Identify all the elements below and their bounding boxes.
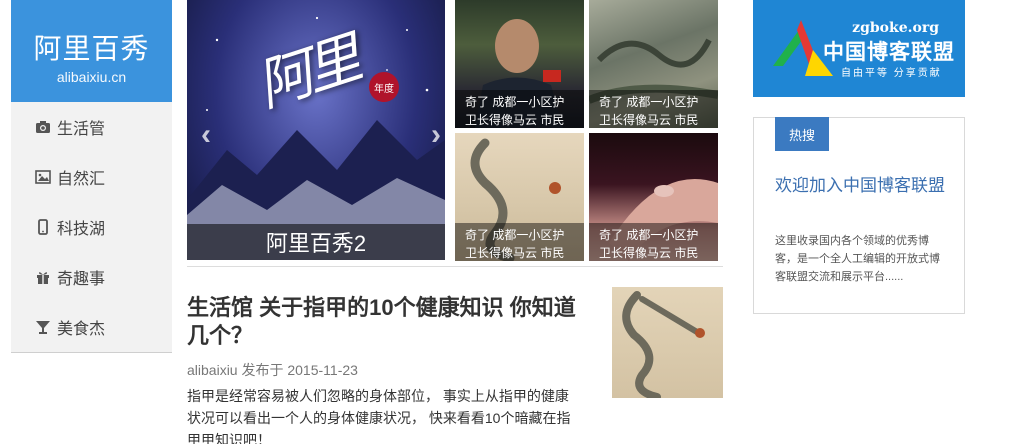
thumb-card[interactable]: 奇了 成都一小区护卫长得像马云 市民纷纷 <box>589 133 718 261</box>
phone-icon <box>38 219 48 235</box>
sidebar-item-life[interactable]: 生活管 <box>11 102 172 152</box>
thumb-card[interactable]: 奇了 成都一小区护卫长得像马云 市民纷纷 <box>589 0 718 128</box>
article-excerpt: 指甲是经常容易被人们忽略的身体部位， 事实上从指甲的健康状况可以看出一个人的身体… <box>187 388 571 444</box>
slider-caption[interactable]: 阿里百秀2 <box>187 224 445 260</box>
article-title[interactable]: 生活馆 关于指甲的10个健康知识 你知道几个？ <box>187 294 592 350</box>
thumb-caption: 奇了 成都一小区护卫长得像马云 市民纷纷 <box>589 90 718 128</box>
sidebar-item-label: 自然汇 <box>57 171 106 188</box>
article-thumb-photo <box>622 291 705 398</box>
article-thumbnail[interactable] <box>612 287 723 398</box>
camera-icon <box>36 121 50 133</box>
thumb-card[interactable]: 奇了 成都一小区护卫长得像马云 市民 <box>455 0 584 128</box>
hot-search-panel: 热搜 欢迎加入中国博客联盟 这里收录国内各个领域的优秀博客，是一个全人工编辑的开… <box>753 117 965 314</box>
cocktail-glass-icon <box>36 321 50 334</box>
hot-item-description: 这里收录国内各个领域的优秀博客，是一个全人工编辑的开放式博客联盟交流和展示平台.… <box>775 235 940 283</box>
thumb-card[interactable]: 奇了 成都一小区护卫长得像马云 市民 <box>455 133 584 261</box>
section-divider <box>187 266 723 267</box>
featured-slider[interactable]: 阿里 年度 ‹ › 阿里百秀2 <box>187 0 445 260</box>
sidebar-item-label: 生活管 <box>57 121 106 138</box>
article-meta: alibaixiu 发布于 2015-11-23 <box>187 362 358 378</box>
blog-union-domain: zgboke.org <box>852 20 939 36</box>
thumb-caption: 奇了 成都一小区护卫长得像马云 市民纷纷 <box>589 223 718 261</box>
sidebar-item-fun[interactable]: 奇趣事 <box>11 252 172 302</box>
site-logo-cn: 阿里百秀 <box>33 32 150 65</box>
blog-union-slogan: 自由平等 分享贡献 <box>841 68 942 79</box>
blog-union-logo[interactable]: zgboke.org 中国博客联盟 自由平等 分享贡献 <box>753 0 965 97</box>
sidebar-item-food[interactable]: 美食杰 <box>11 302 172 352</box>
sidebar-item-label: 奇趣事 <box>57 271 106 288</box>
tab-hot-search[interactable]: 热搜 <box>775 117 829 151</box>
thumb-caption: 奇了 成都一小区护卫长得像马云 市民 <box>455 223 584 261</box>
gift-icon <box>37 272 49 284</box>
sidebar-item-tech[interactable]: 科技湖 <box>11 202 172 252</box>
blog-union-name: 中国博客联盟 <box>823 41 955 64</box>
slider-next-button[interactable]: › <box>431 118 441 152</box>
sidebar-item-label: 科技湖 <box>57 221 106 238</box>
site-logo[interactable]: 阿里百秀 alibaixiu.cn <box>11 0 172 102</box>
thumb-caption: 奇了 成都一小区护卫长得像马云 市民 <box>455 90 584 128</box>
sidebar-item-label: 美食杰 <box>57 321 106 338</box>
sidebar-nav: 生活管 自然汇 科技湖 奇趣事 美食杰 <box>11 102 172 353</box>
hot-item-title[interactable]: 欢迎加入中国博客联盟 <box>775 174 950 198</box>
slider-prev-button[interactable]: ‹ <box>201 118 211 152</box>
site-logo-en: alibaixiu.cn <box>56 69 127 85</box>
slider-badge: 年度 <box>369 72 399 102</box>
sidebar-item-nature[interactable]: 自然汇 <box>11 152 172 202</box>
image-icon <box>35 170 51 184</box>
